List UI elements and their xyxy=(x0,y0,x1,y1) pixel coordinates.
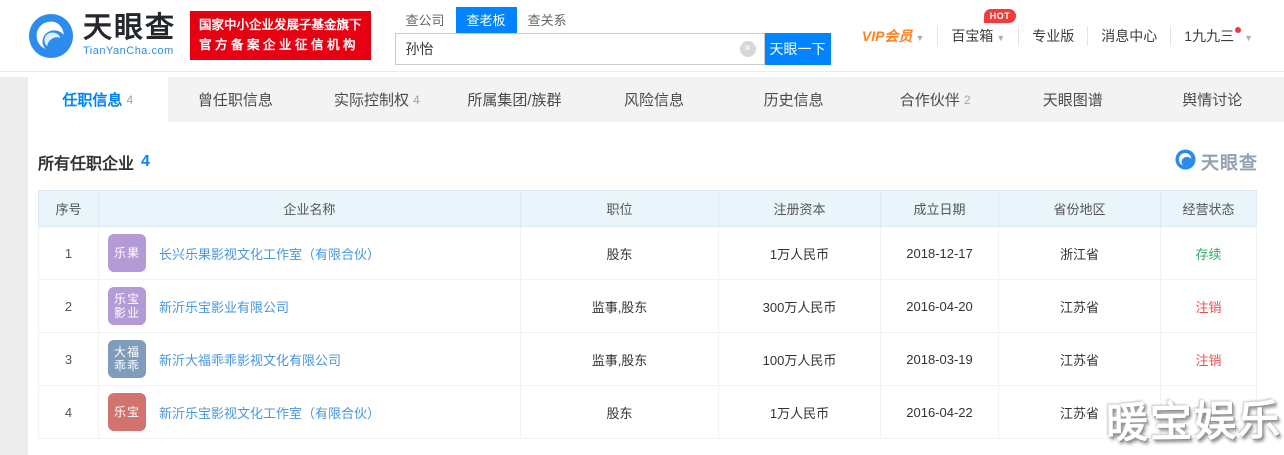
company-link[interactable]: 新沂乐宝影视文化工作室（有限合伙） xyxy=(159,403,380,422)
logo-title: 天眼查 xyxy=(83,12,177,44)
chevron-down-icon: ▼ xyxy=(1244,32,1253,43)
tab-risk-info[interactable]: 风险信息 xyxy=(586,77,726,122)
company-avatar: 乐果 xyxy=(108,234,146,272)
company-link[interactable]: 新沂乐宝影业有限公司 xyxy=(159,297,289,316)
tab-former-positions[interactable]: 曾任职信息 xyxy=(168,77,308,122)
positions-table: 序号 企业名称 职位 注册资本 成立日期 省份地区 经营状态 1 乐果 长兴乐果… xyxy=(38,190,1257,439)
hot-badge: HOT xyxy=(983,8,1017,23)
clear-icon[interactable]: ✕ xyxy=(739,40,756,57)
company-count: 4 xyxy=(141,153,150,170)
gov-badge-line1: 国家中小企业发展子基金旗下 xyxy=(199,18,362,33)
search-tab-relation[interactable]: 查关系 xyxy=(517,7,578,33)
company-link[interactable]: 新沂大福乖乖影视文化有限公司 xyxy=(159,350,341,369)
menu-treasure-box[interactable]: HOT 百宝箱 ▼ xyxy=(937,8,1018,46)
top-menu: VIP会员 ▼ HOT 百宝箱 ▼ 专业版 消息中心 1九九三 ▼ xyxy=(849,8,1266,46)
company-link[interactable]: 长兴乐果影视文化工作室（有限合伙） xyxy=(159,244,380,263)
brand-watermark-text: 天眼查 xyxy=(1201,153,1258,173)
province-cell: 江苏省 xyxy=(998,332,1161,386)
status-badge: 注销 xyxy=(1160,385,1257,439)
tab-actual-control[interactable]: 实际控制权 4 xyxy=(307,77,447,122)
company-avatar: 乐宝 xyxy=(108,393,146,431)
company-avatar: 大福 乖乖 xyxy=(108,340,146,378)
page-body: 任职信息 4 曾任职信息 实际控制权 4 所属集团/族群 风险信息 历史信息 合作伙… xyxy=(0,77,1284,455)
tab-history-info[interactable]: 历史信息 xyxy=(726,77,866,122)
status-badge: 存续 xyxy=(1160,226,1257,280)
col-header-capital: 注册资本 xyxy=(718,190,881,227)
province-cell: 江苏省 xyxy=(998,385,1161,439)
search-block: 查公司 查老板 查关系 ✕ 天眼一下 xyxy=(394,6,831,65)
menu-pro-version[interactable]: 专业版 xyxy=(1018,25,1087,46)
table-header-row: 序号 企业名称 职位 注册资本 成立日期 省份地区 经营状态 xyxy=(38,190,1257,227)
table-row: 1 乐果 长兴乐果影视文化工作室（有限合伙） 股东 1万人民币 2018-12-… xyxy=(38,226,1257,280)
chevron-down-icon: ▼ xyxy=(915,32,925,43)
founded-cell: 2018-03-19 xyxy=(880,332,999,386)
search-tabs: 查公司 查老板 查关系 xyxy=(395,6,831,33)
status-badge: 注销 xyxy=(1160,332,1257,386)
row-index: 3 xyxy=(38,332,99,386)
logo-subtitle: TianYanCha.com xyxy=(83,45,174,57)
tianyancha-logo-icon xyxy=(1175,149,1196,175)
menu-vip[interactable]: VIP会员 ▼ xyxy=(849,26,938,46)
table-row: 2 乐宝 影业 新沂乐宝影业有限公司 监事,股东 300万人民币 2016-04-… xyxy=(38,279,1257,333)
brand-watermark: 天眼查 xyxy=(1175,149,1258,175)
capital-cell: 300万人民币 xyxy=(718,279,881,333)
search-tab-company[interactable]: 查公司 xyxy=(395,7,456,33)
content-panel: 任职信息 4 曾任职信息 实际控制权 4 所属集团/族群 风险信息 历史信息 合作伙… xyxy=(28,77,1284,455)
col-header-status: 经营状态 xyxy=(1160,190,1257,227)
col-header-index: 序号 xyxy=(38,190,99,227)
founded-cell: 2016-04-22 xyxy=(880,385,999,439)
position-cell: 监事,股东 xyxy=(520,332,719,386)
position-cell: 股东 xyxy=(520,385,719,439)
col-header-province: 省份地区 xyxy=(998,190,1161,227)
province-cell: 浙江省 xyxy=(998,226,1161,280)
table-row: 4 乐宝 新沂乐宝影视文化工作室（有限合伙） 股东 1万人民币 2016-04-… xyxy=(38,385,1257,439)
tianyancha-logo[interactable]: 天眼查 TianYanCha.com xyxy=(28,13,176,59)
status-badge: 注销 xyxy=(1160,279,1257,333)
notification-dot xyxy=(1235,26,1242,33)
gov-certification-badge: 国家中小企业发展子基金旗下 官方备案企业征信机构 xyxy=(190,11,371,60)
position-cell: 监事,股东 xyxy=(520,279,719,333)
capital-cell: 100万人民币 xyxy=(718,332,881,386)
page-title: 所有任职企业 xyxy=(38,156,135,173)
col-header-position: 职位 xyxy=(520,190,719,227)
tianyancha-logo-icon xyxy=(28,13,74,59)
top-header: 天眼查 TianYanCha.com 国家中小企业发展子基金旗下 官方备案企业征… xyxy=(0,0,1284,72)
company-avatar: 乐宝 影业 xyxy=(108,287,146,325)
chevron-down-icon: ▼ xyxy=(996,32,1006,43)
tab-position-info[interactable]: 任职信息 4 xyxy=(28,77,168,122)
capital-cell: 1万人民币 xyxy=(718,226,881,280)
table-row: 3 大福 乖乖 新沂大福乖乖影视文化有限公司 监事,股东 100万人民币 2018… xyxy=(38,332,1257,386)
tab-group-clan[interactable]: 所属集团/族群 xyxy=(447,77,587,122)
search-tab-boss[interactable]: 查老板 xyxy=(455,6,517,33)
search-input[interactable] xyxy=(394,32,765,65)
tab-graph[interactable]: 天眼图谱 xyxy=(1005,77,1145,122)
row-index: 1 xyxy=(38,226,99,280)
col-header-founded: 成立日期 xyxy=(880,190,999,227)
row-index: 4 xyxy=(38,385,99,439)
profile-nav-tabs: 任职信息 4 曾任职信息 实际控制权 4 所属集团/族群 风险信息 历史信息 合作伙… xyxy=(28,77,1284,122)
row-index: 2 xyxy=(38,279,99,333)
section-header: 所有任职企业 4 天眼查 xyxy=(28,122,1284,190)
province-cell: 江苏省 xyxy=(998,279,1161,333)
menu-message-center[interactable]: 消息中心 xyxy=(1087,25,1170,46)
tab-partners[interactable]: 合作伙伴 2 xyxy=(865,77,1005,122)
search-button[interactable]: 天眼一下 xyxy=(764,32,831,65)
menu-user-account[interactable]: 1九九三 ▼ xyxy=(1170,25,1266,46)
capital-cell: 1万人民币 xyxy=(718,385,881,439)
col-header-company: 企业名称 xyxy=(98,190,521,227)
gov-badge-line2: 官方备案企业征信机构 xyxy=(199,37,360,52)
tab-public-opinion[interactable]: 舆情讨论 xyxy=(1145,77,1284,122)
founded-cell: 2018-12-17 xyxy=(880,226,999,280)
founded-cell: 2016-04-20 xyxy=(880,279,999,333)
position-cell: 股东 xyxy=(520,226,719,280)
